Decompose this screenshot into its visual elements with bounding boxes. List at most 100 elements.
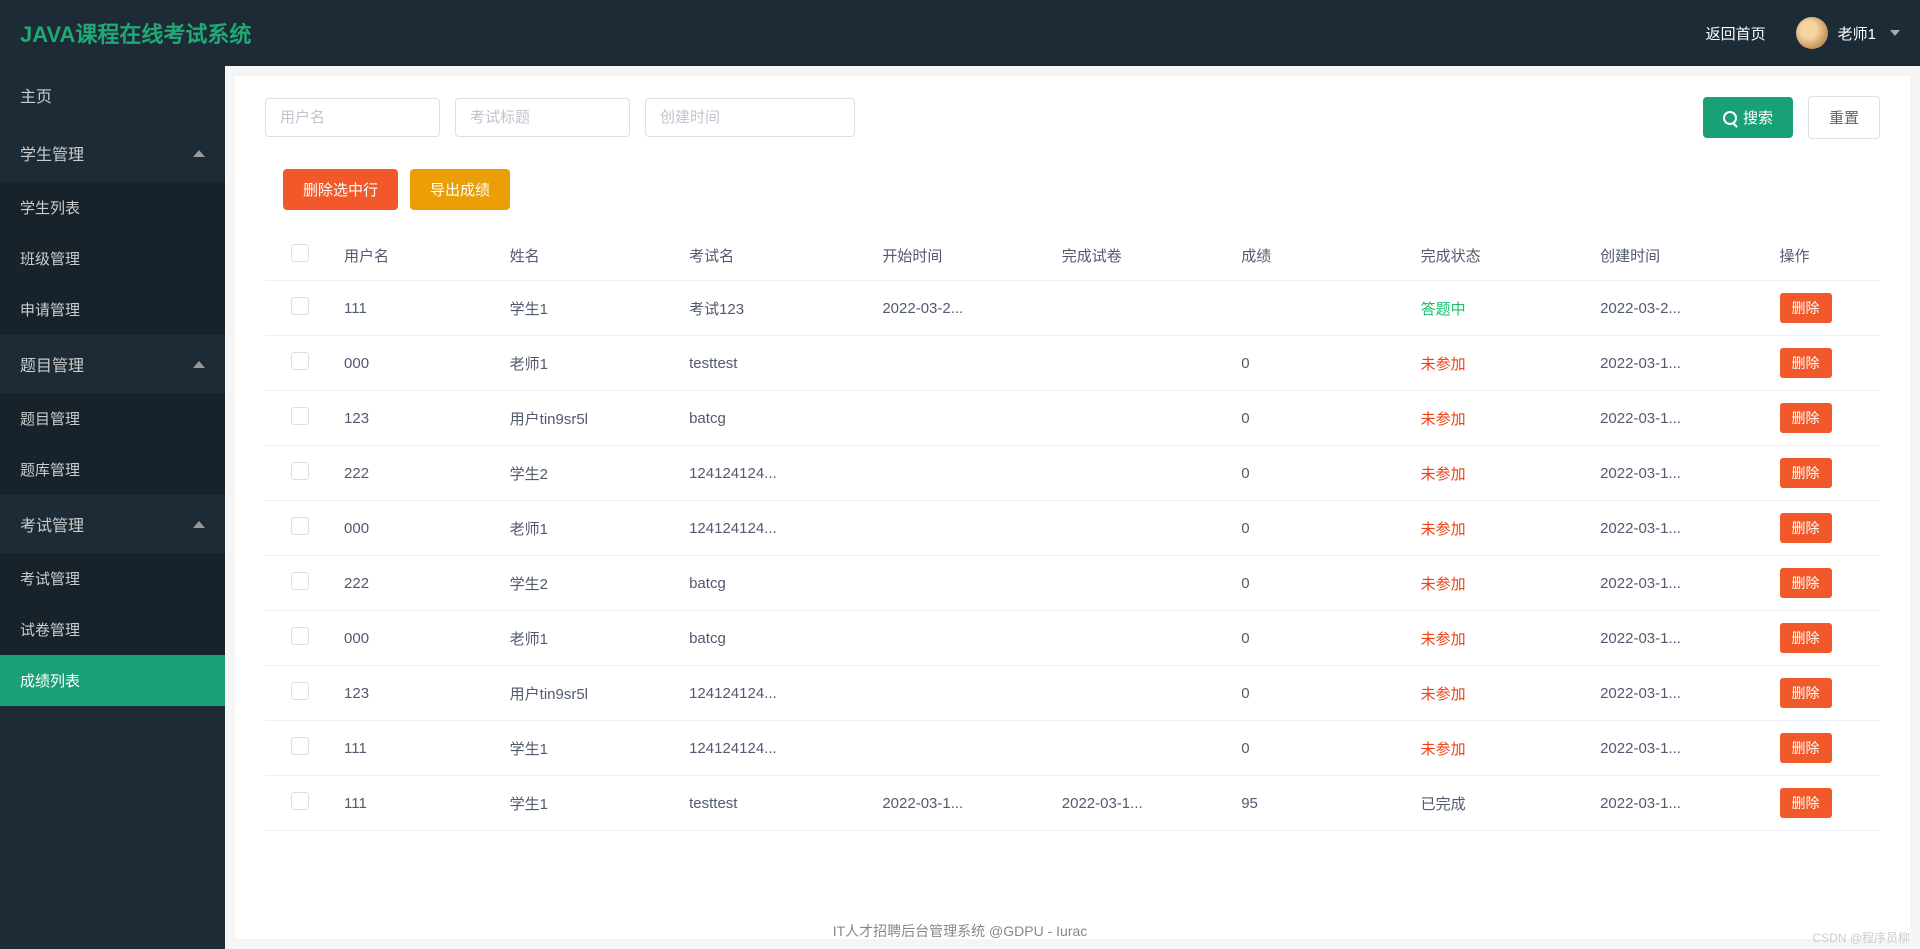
delete-row-button[interactable]: 删除 [1780,348,1832,378]
cell-end [1052,556,1231,611]
sidebar-subitem-3[interactable]: 班级管理 [0,233,225,284]
sidebar-item-5[interactable]: 题目管理 [0,335,225,393]
th-name: 姓名 [500,230,679,281]
th-exam: 考试名 [679,230,872,281]
cell-create: 2022-03-1... [1590,556,1769,611]
cell-score: 0 [1231,336,1410,391]
delete-row-button[interactable]: 删除 [1780,513,1832,543]
cell-status: 未参加 [1411,391,1590,446]
table-header-row: 用户名 姓名 考试名 开始时间 完成试卷 成绩 完成状态 创建时间 操作 [265,230,1880,281]
cell-user: 111 [334,281,500,336]
cell-name: 学生1 [500,281,679,336]
row-checkbox[interactable] [291,792,309,810]
cell-user: 123 [334,391,500,446]
chevron-up-icon [193,150,205,157]
cell-op: 删除 [1770,336,1880,391]
table-row: 222学生2124124124...0未参加2022-03-1...删除 [265,446,1880,501]
delete-row-button[interactable]: 删除 [1780,458,1832,488]
cell-op: 删除 [1770,776,1880,831]
avatar [1796,17,1828,49]
delete-row-button[interactable]: 删除 [1780,623,1832,653]
cell-op: 删除 [1770,501,1880,556]
th-start: 开始时间 [872,230,1051,281]
cell-op: 删除 [1770,391,1880,446]
table-row: 000老师1batcg0未参加2022-03-1...删除 [265,611,1880,666]
sidebar-item-label: 主页 [20,83,52,107]
sidebar-subitem-7[interactable]: 题库管理 [0,444,225,495]
sidebar-subitem-6[interactable]: 题目管理 [0,393,225,444]
row-checkbox[interactable] [291,737,309,755]
cell-status: 答题中 [1411,281,1590,336]
th-user: 用户名 [334,230,500,281]
th-op: 操作 [1770,230,1880,281]
table-row: 111学生1考试1232022-03-2...答题中2022-03-2...删除 [265,281,1880,336]
delete-row-button[interactable]: 删除 [1780,568,1832,598]
reset-button[interactable]: 重置 [1808,96,1880,139]
cell-score: 95 [1231,776,1410,831]
sidebar-item-8[interactable]: 考试管理 [0,495,225,553]
create-time-input[interactable] [645,98,855,137]
cell-op: 删除 [1770,666,1880,721]
table-row: 111学生1testtest2022-03-1...2022-03-1...95… [265,776,1880,831]
export-button[interactable]: 导出成绩 [410,169,510,210]
username-input[interactable] [265,98,440,137]
header-right: 返回首页 老师1 [1706,17,1900,49]
cell-user: 222 [334,446,500,501]
cell-start [872,556,1051,611]
cell-create: 2022-03-2... [1590,281,1769,336]
delete-selected-button[interactable]: 删除选中行 [283,169,398,210]
delete-row-button[interactable]: 删除 [1780,788,1832,818]
row-checkbox[interactable] [291,462,309,480]
cell-score: 0 [1231,501,1410,556]
sidebar-subitem-10[interactable]: 试卷管理 [0,604,225,655]
row-checkbox[interactable] [291,407,309,425]
cell-exam: testtest [679,776,872,831]
delete-row-button[interactable]: 删除 [1780,733,1832,763]
search-button[interactable]: 搜索 [1703,97,1793,138]
cell-score: 0 [1231,666,1410,721]
delete-row-button[interactable]: 删除 [1780,293,1832,323]
cell-exam: 考试123 [679,281,872,336]
cell-exam: 124124124... [679,721,872,776]
cell-name: 学生1 [500,721,679,776]
cell-name: 学生1 [500,776,679,831]
sidebar-subitem-4[interactable]: 申请管理 [0,284,225,335]
row-checkbox[interactable] [291,352,309,370]
action-row: 删除选中行 导出成绩 [265,169,1880,210]
select-all-checkbox[interactable] [291,244,309,262]
row-checkbox[interactable] [291,627,309,645]
sidebar-subitem-11[interactable]: 成绩列表 [0,655,225,706]
table-row: 000老师1testtest0未参加2022-03-1...删除 [265,336,1880,391]
sidebar-item-0[interactable]: 主页 [0,66,225,124]
cell-user: 123 [334,666,500,721]
cell-name: 老师1 [500,501,679,556]
user-menu[interactable]: 老师1 [1796,17,1900,49]
watermark: CSDN @程序员柳 [1812,929,1910,946]
row-checkbox[interactable] [291,572,309,590]
delete-row-button[interactable]: 删除 [1780,403,1832,433]
th-create: 创建时间 [1590,230,1769,281]
cell-score [1231,281,1410,336]
home-link[interactable]: 返回首页 [1706,23,1766,44]
cell-op: 删除 [1770,721,1880,776]
cell-start [872,446,1051,501]
row-checkbox[interactable] [291,297,309,315]
cell-user: 000 [334,611,500,666]
cell-status: 未参加 [1411,501,1590,556]
sidebar-subitem-9[interactable]: 考试管理 [0,553,225,604]
table-body: 111学生1考试1232022-03-2...答题中2022-03-2...删除… [265,281,1880,831]
chevron-up-icon [193,521,205,528]
cell-exam: batcg [679,611,872,666]
exam-title-input[interactable] [455,98,630,137]
footer: IT人才招聘后台管理系统 @GDPU - Iurac [0,913,1920,949]
cell-start [872,391,1051,446]
row-checkbox[interactable] [291,682,309,700]
th-end: 完成试卷 [1052,230,1231,281]
row-checkbox[interactable] [291,517,309,535]
sidebar-subitem-2[interactable]: 学生列表 [0,182,225,233]
sidebar-item-1[interactable]: 学生管理 [0,124,225,182]
delete-row-button[interactable]: 删除 [1780,678,1832,708]
cell-name: 用户tin9sr5l [500,666,679,721]
cell-start [872,611,1051,666]
table-row: 000老师1124124124...0未参加2022-03-1...删除 [265,501,1880,556]
